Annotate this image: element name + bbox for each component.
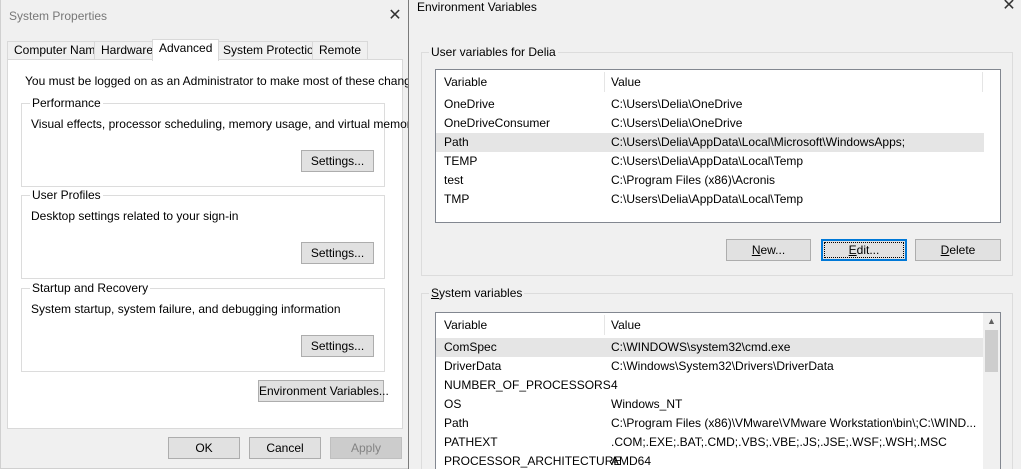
variable-value: C:\Program Files (x86)\VMware\VMware Wor…	[611, 416, 977, 430]
variable-name: PROCESSOR_ARCHITECTURE	[444, 454, 622, 468]
startup-recovery-description: System startup, system failure, and debu…	[31, 302, 341, 316]
tab-remote[interactable]: Remote	[312, 41, 369, 60]
variable-name: PATHEXT	[444, 435, 498, 449]
variable-name: TMP	[444, 192, 470, 206]
list-header: Variable Value	[436, 313, 1000, 337]
table-row-selected[interactable]: Path C:\Users\Delia\AppData\Local\Micros…	[436, 133, 984, 152]
environment-variables-window: Environment Variables ✕ User variables f…	[408, 0, 1021, 469]
chevron-down-icon[interactable]: ▼	[983, 464, 1000, 469]
performance-description: Visual effects, processor scheduling, me…	[31, 117, 409, 131]
environment-variables-button[interactable]: Environment Variables...	[258, 380, 389, 402]
table-row[interactable]: PATHEXT .COM;.EXE;.BAT;.CMD;.VBS;.VBE;.J…	[436, 433, 984, 452]
variable-name: NUMBER_OF_PROCESSORS	[444, 378, 611, 392]
list-header: Variable Value	[436, 70, 1000, 94]
user-variables-group: User variables for Delia Variable Value …	[421, 45, 1013, 276]
system-variables-group: System variables Variable Value ComSpec …	[421, 286, 1013, 469]
table-row[interactable]: TEMP C:\Users\Delia\AppData\Local\Temp	[436, 152, 984, 171]
table-row[interactable]: NUMBER_OF_PROCESSORS 4	[436, 376, 984, 395]
variable-name: TEMP	[444, 154, 478, 168]
user-variables-list[interactable]: Variable Value OneDrive C:\Users\Delia\O…	[435, 69, 1001, 223]
column-variable[interactable]: Variable	[444, 70, 487, 94]
performance-settings-button[interactable]: Settings...	[301, 150, 374, 172]
performance-group: Performance Visual effects, processor sc…	[21, 96, 408, 187]
variable-name: OneDriveConsumer	[444, 116, 551, 130]
system-variables-list[interactable]: Variable Value ComSpec C:\WINDOWS\system…	[435, 312, 1001, 469]
user-profiles-description: Desktop settings related to your sign-in	[31, 209, 239, 223]
table-row[interactable]: DriverData C:\Windows\System32\Drivers\D…	[436, 357, 984, 376]
table-row[interactable]: OneDrive C:\Users\Delia\OneDrive	[436, 95, 984, 114]
scrollbar-thumb[interactable]	[985, 330, 998, 372]
variable-value: C:\Program Files (x86)\Acronis	[611, 173, 776, 187]
window-title: Environment Variables	[417, 0, 537, 14]
variable-value: AMD64	[611, 454, 652, 468]
chevron-up-icon[interactable]: ▲	[983, 313, 1000, 330]
variable-value: .COM;.EXE;.BAT;.CMD;.VBS;.VBE;.JS;.JSE;.…	[611, 435, 947, 449]
column-variable[interactable]: Variable	[444, 313, 487, 337]
table-row[interactable]: Path C:\Program Files (x86)\VMware\VMwar…	[436, 414, 984, 433]
variable-name: test	[444, 173, 464, 187]
system-properties-window: System Properties ✕ Computer Name Hardwa…	[0, 0, 409, 469]
table-row[interactable]: OneDriveConsumer C:\Users\Delia\OneDrive	[436, 114, 984, 133]
table-row[interactable]: OS Windows_NT	[436, 395, 984, 414]
variable-name: Path	[444, 416, 469, 430]
variable-name: OneDrive	[444, 97, 495, 111]
variable-value: C:\Users\Delia\AppData\Local\Microsoft\W…	[611, 135, 906, 149]
vertical-scrollbar[interactable]: ▲ ▼	[983, 313, 1000, 469]
table-row[interactable]: TMP C:\Users\Delia\AppData\Local\Temp	[436, 190, 984, 209]
window-title: System Properties	[9, 9, 108, 23]
variable-value: C:\Users\Delia\OneDrive	[611, 116, 743, 130]
tab-hardware[interactable]: Hardware	[94, 41, 161, 60]
apply-button: Apply	[330, 437, 402, 459]
variable-value: C:\Windows\System32\Drivers\DriverData	[611, 359, 834, 373]
edit-button[interactable]: Edit...	[821, 239, 907, 261]
table-row[interactable]: PROCESSOR_ARCHITECTURE AMD64	[436, 452, 984, 469]
table-row-selected[interactable]: ComSpec C:\WINDOWS\system32\cmd.exe	[436, 338, 984, 357]
user-variables-label: User variables for Delia	[429, 45, 558, 59]
performance-label: Performance	[30, 96, 103, 110]
startup-recovery-group: Startup and Recovery System startup, sys…	[21, 281, 385, 372]
close-icon[interactable]: ✕	[999, 0, 1019, 16]
variable-value: C:\Users\Delia\AppData\Local\Temp	[611, 192, 804, 206]
startup-recovery-settings-button[interactable]: Settings...	[301, 335, 374, 357]
variable-value: C:\WINDOWS\system32\cmd.exe	[611, 340, 791, 354]
cancel-button[interactable]: Cancel	[249, 437, 321, 459]
delete-button[interactable]: Delete	[915, 239, 1001, 261]
system-variables-label: System variables	[429, 286, 525, 300]
variable-value: C:\Users\Delia\AppData\Local\Temp	[611, 154, 804, 168]
table-row[interactable]: test C:\Program Files (x86)\Acronis	[436, 171, 984, 190]
startup-recovery-label: Startup and Recovery	[30, 281, 151, 295]
user-profiles-group: User Profiles Desktop settings related t…	[21, 188, 385, 279]
variable-name: ComSpec	[444, 340, 497, 354]
variable-name: DriverData	[444, 359, 502, 373]
new-button[interactable]: New...	[726, 239, 811, 261]
close-icon[interactable]: ✕	[385, 6, 405, 26]
tab-advanced[interactable]: Advanced	[152, 39, 220, 61]
variable-value: 4	[611, 378, 618, 392]
advanced-tab-panel: You must be logged on as an Administrato…	[7, 59, 408, 429]
variable-value: C:\Users\Delia\OneDrive	[611, 97, 743, 111]
tab-system-protection[interactable]: System Protection	[216, 41, 328, 60]
admin-note: You must be logged on as an Administrato…	[25, 74, 409, 88]
variable-name: OS	[444, 397, 462, 411]
user-profiles-label: User Profiles	[30, 188, 103, 202]
column-value[interactable]: Value	[611, 70, 641, 94]
variable-name: Path	[444, 135, 469, 149]
variable-value: Windows_NT	[611, 397, 683, 411]
column-value[interactable]: Value	[611, 313, 641, 337]
user-profiles-settings-button[interactable]: Settings...	[301, 242, 374, 264]
ok-button[interactable]: OK	[168, 437, 240, 459]
